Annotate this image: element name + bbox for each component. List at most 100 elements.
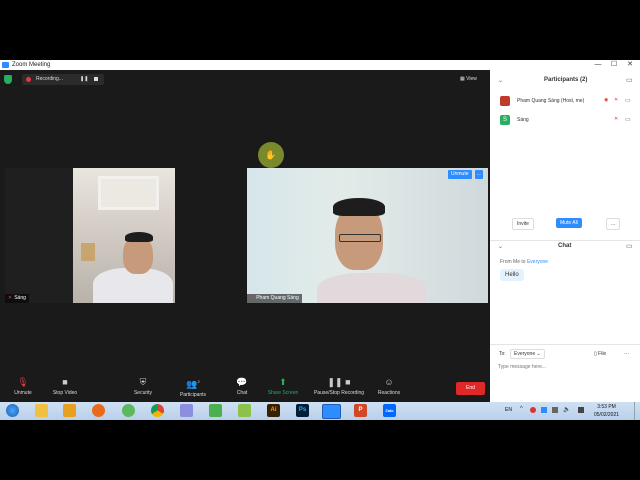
video-feed: [73, 168, 175, 303]
people-icon: 👥2: [186, 379, 200, 389]
hand-cursor-icon: ✋: [258, 142, 284, 168]
tray-chevron-icon[interactable]: ^: [520, 406, 523, 412]
battery-icon[interactable]: [578, 407, 584, 413]
network-icon[interactable]: [209, 404, 222, 417]
chat-more-button[interactable]: ...: [624, 350, 629, 356]
photoshop-icon[interactable]: Ps: [296, 404, 309, 417]
toolbar-label: Reactions: [377, 390, 401, 396]
chat-button[interactable]: 💬 Chat: [219, 377, 265, 396]
mic-off-icon: ✕: [250, 295, 255, 301]
clock-date: 05/02/2021: [594, 412, 620, 418]
firefox-icon[interactable]: [92, 404, 105, 417]
chat-message: Hello: [500, 269, 524, 281]
participant-avatar: [500, 96, 510, 106]
chat-from-line: From Me to Everyone: [500, 259, 548, 265]
reactions-button[interactable]: ☺ Reactions: [366, 377, 412, 396]
recording-status-icon: ◉: [604, 97, 609, 103]
file-button[interactable]: ▯ File: [594, 351, 606, 357]
explorer-icon[interactable]: [35, 404, 48, 417]
start-icon[interactable]: [6, 404, 19, 417]
glasses: [339, 234, 381, 242]
stop-video-button[interactable]: ■ Stop Video: [42, 377, 88, 396]
toolbar-label: Stop Video: [52, 390, 78, 396]
window-title: Zoom Meeting: [12, 62, 51, 68]
ceiling-decor: [98, 176, 159, 210]
end-meeting-button[interactable]: End: [456, 382, 485, 395]
camera-icon: ▭: [625, 117, 631, 123]
chat-from: From Me to: [500, 259, 526, 265]
pause-recording-icon[interactable]: ❚❚: [80, 74, 88, 85]
clock-time: 3:53 PM: [597, 404, 616, 410]
maximize-button[interactable]: ☐: [606, 60, 622, 70]
chrome-icon[interactable]: [151, 404, 164, 417]
view-label: View: [466, 76, 477, 82]
mic-off-icon: ✕: [8, 295, 13, 301]
toolbar-label: Security: [133, 390, 153, 396]
participant-count: 2: [197, 379, 200, 384]
recording-dot-icon: [26, 77, 31, 82]
shield-icon: ⛨: [139, 377, 147, 387]
toolbar-label: Share Screen: [267, 390, 299, 396]
powerpoint-icon[interactable]: P: [354, 404, 367, 417]
file-label: File: [598, 351, 607, 357]
video-tile-sang[interactable]: ✕ Sáng: [5, 168, 175, 303]
media-icon[interactable]: [63, 404, 76, 417]
tile-more-button[interactable]: ...: [475, 170, 484, 179]
tray-app-icon[interactable]: [530, 407, 536, 413]
invite-button[interactable]: Invite: [512, 218, 534, 230]
tray-network-icon[interactable]: [552, 407, 558, 413]
zalo-icon[interactable]: Zalo: [383, 404, 396, 417]
pause-stop-recording-button[interactable]: ❚❚ ■ Pause/Stop Recording: [306, 377, 372, 396]
paint-icon[interactable]: [180, 404, 193, 417]
divider: [490, 240, 640, 241]
pen-icon[interactable]: [238, 404, 251, 417]
close-button[interactable]: ✕: [622, 60, 638, 70]
recipient-value: Everyone: [514, 351, 536, 357]
participants-more-button[interactable]: ...: [606, 218, 621, 230]
zoom-app-icon: [2, 62, 9, 68]
chat-icon: 💬: [236, 377, 248, 387]
tray-zoom-icon[interactable]: [541, 407, 547, 413]
participants-button[interactable]: 👥2 Participants: [170, 377, 216, 398]
popout-icon[interactable]: ▭: [626, 76, 633, 84]
minimize-button[interactable]: —: [590, 60, 606, 70]
toolbar-label: Chat: [236, 390, 248, 396]
video-tile-pham-quang-sang[interactable]: Unmute ... ✕ Pham Quang Sáng: [247, 168, 488, 303]
coccoc-icon[interactable]: [122, 404, 135, 417]
unmute-button[interactable]: 🎙 Unmute: [0, 377, 46, 396]
security-button[interactable]: ⛨ Security: [120, 377, 166, 396]
stop-recording-icon[interactable]: [94, 77, 98, 81]
mic-off-icon: ✕: [614, 116, 619, 122]
grid-icon: ▦: [460, 76, 465, 82]
volume-icon[interactable]: 🔈: [563, 406, 570, 413]
file-icon: ▯: [594, 351, 597, 357]
participant-avatar: S: [500, 115, 510, 125]
popout-icon[interactable]: ▭: [626, 242, 633, 250]
chat-input[interactable]: [498, 362, 632, 372]
mic-off-icon: ✕: [614, 97, 619, 103]
person-hair: [333, 198, 385, 216]
share-screen-button[interactable]: ⬆ Share Screen: [260, 377, 306, 396]
participants-title: Participants (2): [544, 77, 588, 83]
participant-name: Sáng: [517, 117, 529, 123]
to-label: To:: [499, 351, 506, 357]
collapse-participants-icon[interactable]: ⌄: [498, 77, 503, 84]
language-indicator[interactable]: EN: [505, 407, 512, 413]
window-titlebar: Zoom Meeting — ☐ ✕: [0, 60, 640, 70]
illustrator-icon[interactable]: Ai: [267, 404, 280, 417]
unmute-participant-button[interactable]: Unmute: [448, 170, 472, 179]
taskbar-clock[interactable]: 3:53 PM 05/02/2021: [594, 403, 619, 419]
chat-title: Chat: [558, 243, 572, 249]
view-button[interactable]: ▦ View: [460, 74, 477, 85]
collapse-chat-icon[interactable]: ⌄: [498, 243, 503, 250]
tile-name-bar: ✕ Sáng: [5, 294, 29, 303]
encryption-shield-icon[interactable]: [4, 75, 12, 84]
chat-to-target: Everyone: [526, 259, 549, 265]
recipient-select[interactable]: Everyone ⌄: [510, 349, 545, 359]
meeting-area: Recording... ❚❚ ▦ View ✕Sáng Unmute ...: [0, 70, 490, 402]
zoom-icon[interactable]: [322, 404, 341, 419]
tile-name: Pham Quang Sáng: [256, 295, 299, 301]
video-feed: [247, 168, 488, 303]
mute-all-button[interactable]: Mute All: [556, 218, 582, 228]
show-desktop-button[interactable]: [634, 402, 640, 420]
